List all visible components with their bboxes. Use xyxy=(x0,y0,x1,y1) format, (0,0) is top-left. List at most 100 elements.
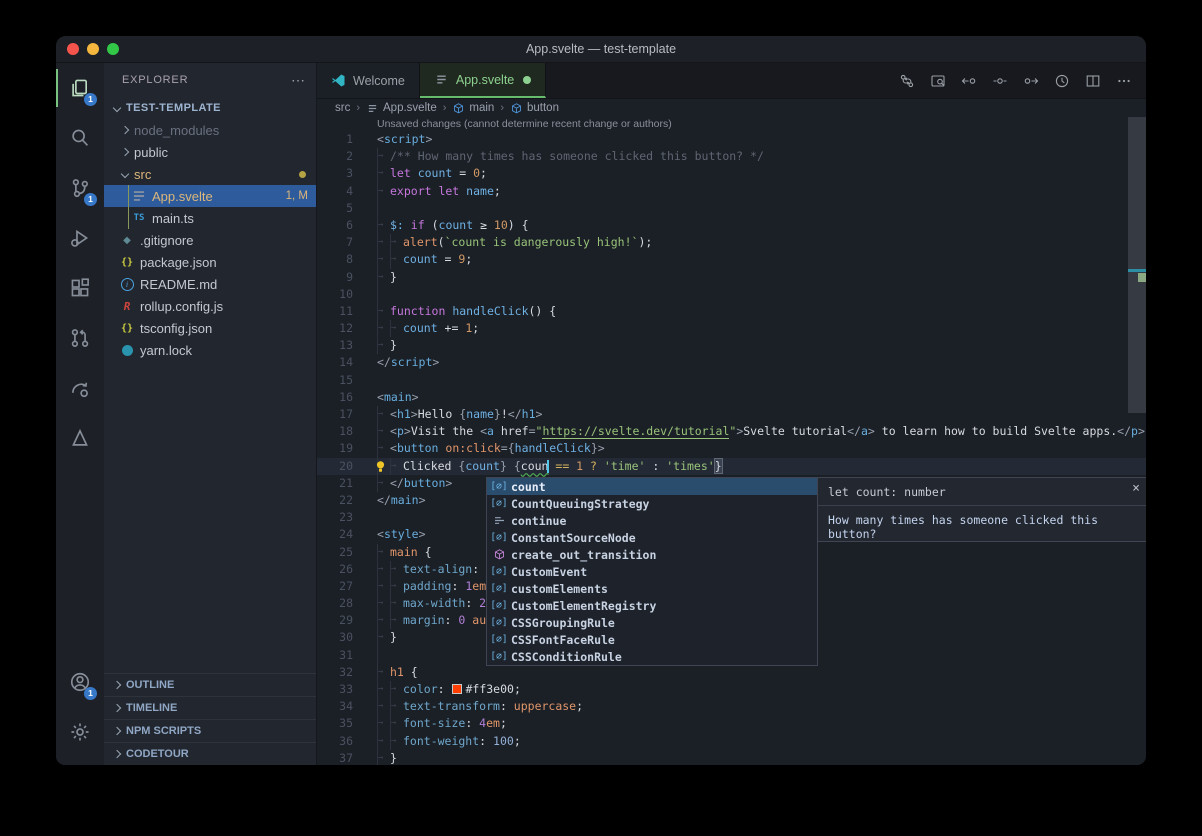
activity-explorer-icon[interactable]: 1 xyxy=(56,63,104,113)
file-name: rollup.config.js xyxy=(140,299,223,314)
code-line-1[interactable]: 1<script> xyxy=(317,131,1146,148)
more-actions-icon[interactable] xyxy=(1112,69,1136,93)
code-line-13[interactable]: 13→} xyxy=(317,337,1146,354)
suggestion-customElements[interactable]: [∅]customElements xyxy=(487,580,817,597)
breadcrumb-item-src[interactable]: src xyxy=(335,102,350,114)
compare-icon[interactable] xyxy=(895,69,919,93)
code-line-10[interactable]: 10 xyxy=(317,286,1146,303)
code-line-37[interactable]: 37→} xyxy=(317,750,1146,765)
code-line-20[interactable]: 20→→Clicked {count} {coun == 1 ? 'time' … xyxy=(317,458,1146,475)
code-line-18[interactable]: 18→<p>Visit the <a href="https://svelte.… xyxy=(317,423,1146,440)
line-number: 25 xyxy=(317,544,353,561)
activity-github-pr-icon[interactable] xyxy=(56,313,104,363)
sidebar-section-timeline[interactable]: TIMELINE xyxy=(104,696,316,719)
tab-app-svelte[interactable]: App.svelte xyxy=(420,63,546,98)
code-editor[interactable]: Unsaved changes (cannot determine recent… xyxy=(317,117,1146,765)
code-line-19[interactable]: 19→<button on:click={handleClick}> xyxy=(317,440,1146,457)
vscode-window: App.svelte — test-template 11 1 EXPLORER… xyxy=(56,36,1146,765)
file-name: README.md xyxy=(140,277,217,292)
tree-item-App.svelte[interactable]: App.svelte1, M xyxy=(104,185,316,207)
activity-azure-icon[interactable] xyxy=(56,413,104,463)
code-line-5[interactable]: 5 xyxy=(317,200,1146,217)
breadcrumb-item-button[interactable]: button xyxy=(510,102,559,115)
tree-item-node_modules[interactable]: node_modules xyxy=(104,119,316,141)
file-history-icon[interactable] xyxy=(1050,69,1074,93)
tree-item-rollup.config.js[interactable]: Rrollup.config.js xyxy=(104,295,316,317)
code-line-34[interactable]: 34→→text-transform: uppercase; xyxy=(317,698,1146,715)
code-line-4[interactable]: 4→export let name; xyxy=(317,183,1146,200)
suggestion-CountQueuingStrategy[interactable]: [∅]CountQueuingStrategy xyxy=(487,495,817,512)
tree-item-tsconfig.json[interactable]: {}tsconfig.json xyxy=(104,317,316,339)
workspace-section-header[interactable]: TEST-TEMPLATE xyxy=(104,97,316,119)
code-line-17[interactable]: 17→<h1>Hello {name}!</h1> xyxy=(317,406,1146,423)
next-change-icon[interactable] xyxy=(1019,69,1043,93)
split-editor-icon[interactable] xyxy=(1081,69,1105,93)
suggestion-continue[interactable]: continue xyxy=(487,512,817,529)
activity-search-icon[interactable] xyxy=(56,113,104,163)
color-swatch[interactable] xyxy=(452,684,462,694)
previous-change-icon[interactable] xyxy=(957,69,981,93)
activity-run-debug-icon[interactable] xyxy=(56,213,104,263)
activity-accounts-icon[interactable]: 1 xyxy=(56,657,104,707)
activity-settings-icon[interactable] xyxy=(56,707,104,757)
close-icon[interactable]: × xyxy=(1132,481,1140,496)
minimize-window-button[interactable] xyxy=(87,43,99,55)
code-line-32[interactable]: 32→h1 { xyxy=(317,664,1146,681)
suggestion-CSSGroupingRule[interactable]: [∅]CSSGroupingRule xyxy=(487,614,817,631)
sidebar-section-codetour[interactable]: CODETOUR xyxy=(104,742,316,765)
line-number: 9 xyxy=(317,269,353,286)
code-line-8[interactable]: 8→→count = 9; xyxy=(317,251,1146,268)
chevron-right-icon xyxy=(121,148,129,156)
close-window-button[interactable] xyxy=(67,43,79,55)
line-number: 17 xyxy=(317,406,353,423)
suggestion-CustomEvent[interactable]: [∅]CustomEvent xyxy=(487,563,817,580)
suggestion-count[interactable]: [∅]count xyxy=(487,478,817,495)
activity-source-control-icon[interactable]: 1 xyxy=(56,163,104,213)
explorer-more-actions[interactable]: ⋯ xyxy=(291,72,306,89)
tree-item-yarn.lock[interactable]: yarn.lock xyxy=(104,339,316,361)
line-number: 34 xyxy=(317,698,353,715)
code-line-14[interactable]: 14</script> xyxy=(317,354,1146,371)
breadcrumb-item-app-svelte[interactable]: App.svelte xyxy=(366,102,437,115)
breadcrumb-item-main[interactable]: main xyxy=(452,102,494,115)
code-line-15[interactable]: 15 xyxy=(317,372,1146,389)
file-name: src xyxy=(134,167,151,182)
zoom-window-button[interactable] xyxy=(107,43,119,55)
line-number: 21 xyxy=(317,475,353,492)
code-line-3[interactable]: 3→let count = 0; xyxy=(317,165,1146,182)
overview-ruler-cursor-mark xyxy=(1128,269,1146,272)
line-number: 23 xyxy=(317,509,353,526)
tab-welcome[interactable]: Welcome xyxy=(317,63,420,98)
code-line-2[interactable]: 2→/** How many times has someone clicked… xyxy=(317,148,1146,165)
tree-item-README.md[interactable]: iREADME.md xyxy=(104,273,316,295)
suggestion-CustomElementRegistry[interactable]: [∅]CustomElementRegistry xyxy=(487,597,817,614)
tree-item-src[interactable]: src xyxy=(104,163,316,185)
suggestion-CSSConditionRule[interactable]: [∅]CSSConditionRule xyxy=(487,648,817,665)
sidebar-section-npm-scripts[interactable]: NPM SCRIPTS xyxy=(104,719,316,742)
activity-live-share-icon[interactable] xyxy=(56,363,104,413)
symbol-variable-icon: [∅] xyxy=(490,600,508,611)
code-line-9[interactable]: 9→} xyxy=(317,269,1146,286)
suggestion-create_out_transition[interactable]: create_out_transition xyxy=(487,546,817,563)
code-line-12[interactable]: 12→→count += 1; xyxy=(317,320,1146,337)
symbol-variable-icon: [∅] xyxy=(490,651,508,662)
suggestion-ConstantSourceNode[interactable]: [∅]ConstantSourceNode xyxy=(487,529,817,546)
code-line-35[interactable]: 35→→font-size: 4em; xyxy=(317,715,1146,732)
tree-item-.gitignore[interactable]: ◆.gitignore xyxy=(104,229,316,251)
code-line-16[interactable]: 16<main> xyxy=(317,389,1146,406)
code-line-11[interactable]: 11→function handleClick() { xyxy=(317,303,1146,320)
open-preview-icon[interactable] xyxy=(926,69,950,93)
activity-extensions-icon[interactable] xyxy=(56,263,104,313)
code-line-33[interactable]: 33→→color: #ff3e00; xyxy=(317,681,1146,698)
tree-item-public[interactable]: public xyxy=(104,141,316,163)
suggestion-CSSFontFaceRule[interactable]: [∅]CSSFontFaceRule xyxy=(487,631,817,648)
tree-item-main.ts[interactable]: TSmain.ts xyxy=(104,207,316,229)
line-number: 8 xyxy=(317,251,353,268)
sidebar-section-outline[interactable]: OUTLINE xyxy=(104,673,316,696)
tree-item-package.json[interactable]: {}package.json xyxy=(104,251,316,273)
scrollbar[interactable] xyxy=(1128,117,1146,413)
code-line-7[interactable]: 7→→alert(`count is dangerously high!`); xyxy=(317,234,1146,251)
code-line-36[interactable]: 36→→font-weight: 100; xyxy=(317,733,1146,750)
change-icon[interactable] xyxy=(988,69,1012,93)
code-line-6[interactable]: 6→$: if (count ≥ 10) { xyxy=(317,217,1146,234)
